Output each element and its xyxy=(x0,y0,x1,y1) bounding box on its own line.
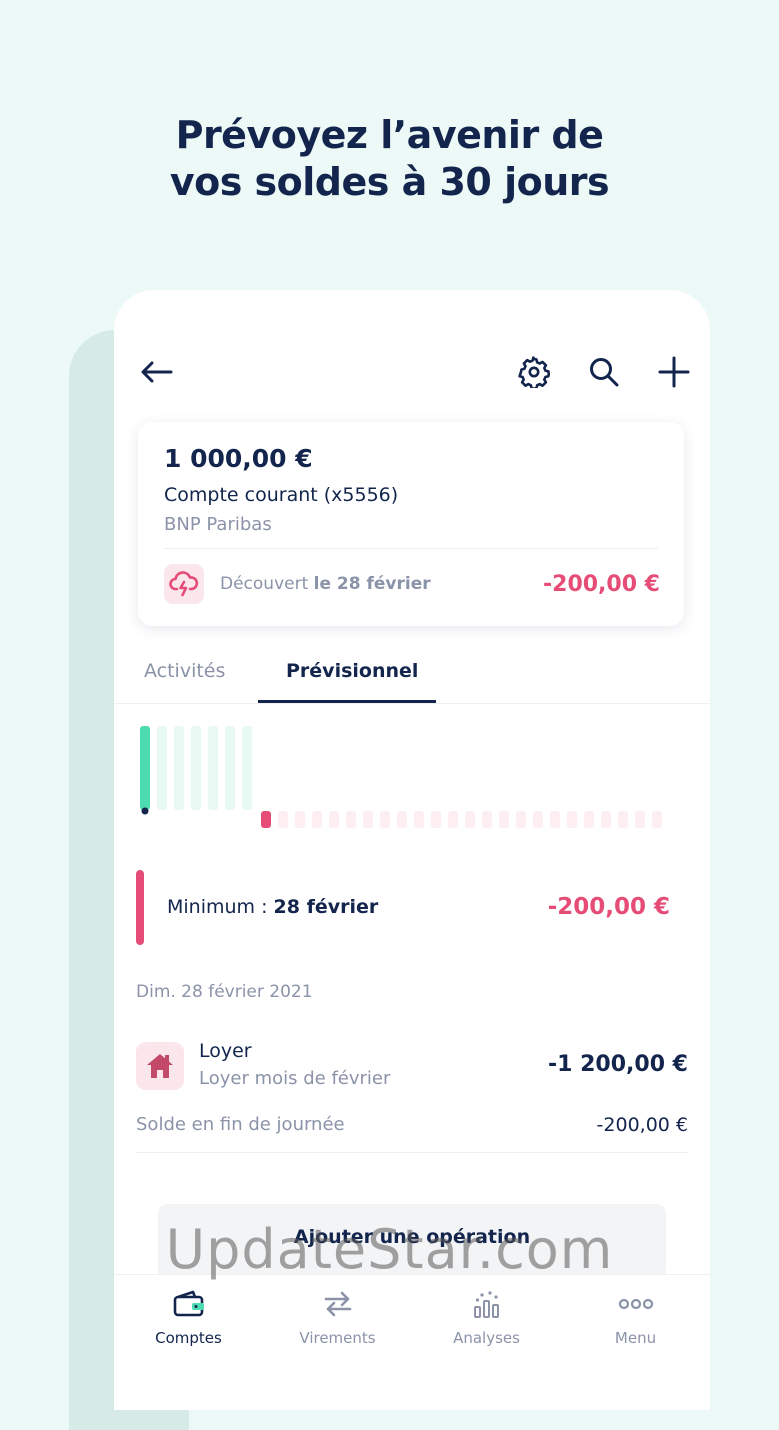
overdraft-date: le 28 février xyxy=(313,574,431,594)
house-icon xyxy=(147,1054,173,1078)
forecast-bar-negative xyxy=(652,811,662,828)
forecast-bar-negative xyxy=(499,811,509,828)
tab-previsionnel[interactable]: Prévisionnel xyxy=(286,660,418,682)
forecast-bar-negative xyxy=(295,811,305,828)
tab-activites[interactable]: Activités xyxy=(144,660,225,682)
forecast-bar-negative xyxy=(448,811,458,828)
forecast-bar-positive xyxy=(191,726,201,810)
overdraft-amount: -200,00 € xyxy=(543,572,660,597)
search-button[interactable] xyxy=(584,352,624,392)
forecast-bar-negative xyxy=(261,811,271,828)
forecast-bar-negative xyxy=(346,811,356,828)
tab-bar: Activités Prévisionnel xyxy=(114,650,710,704)
forecast-bar-negative xyxy=(533,811,543,828)
forecast-bar-negative xyxy=(584,811,594,828)
add-button[interactable] xyxy=(654,352,694,392)
transaction-category-badge xyxy=(136,1042,184,1090)
headline: Prévoyez l’avenir de vos soldes à 30 jou… xyxy=(0,112,779,206)
account-balance: 1 000,00 € xyxy=(164,444,313,473)
bottom-navigation: Comptes Virements Analyses Menu xyxy=(114,1274,710,1410)
forecast-bar-negative xyxy=(567,811,577,828)
forecast-bar-negative xyxy=(380,811,390,828)
forecast-bar-negative xyxy=(618,811,628,828)
nav-virements-icon-wrap xyxy=(318,1287,358,1321)
active-tab-indicator xyxy=(258,700,436,703)
forecast-bar-positive xyxy=(157,726,167,810)
forecast-chart[interactable] xyxy=(114,718,710,838)
nav-virements[interactable]: Virements xyxy=(263,1275,412,1355)
forecast-bar-negative xyxy=(414,811,424,828)
arrow-left-icon xyxy=(141,361,173,383)
transaction-amount: -1 200,00 € xyxy=(548,1052,688,1077)
more-dots-icon xyxy=(618,1298,654,1310)
watermark-text: UpdateStar.com xyxy=(165,1218,614,1281)
cloud-lightning-icon xyxy=(169,571,199,597)
forecast-bar-negative xyxy=(635,811,645,828)
forecast-bar-positive xyxy=(174,726,184,810)
day-header: Dim. 28 février 2021 xyxy=(136,982,313,1002)
forecast-bar-negative xyxy=(550,811,560,828)
account-bank: BNP Paribas xyxy=(164,514,272,535)
nav-analyses[interactable]: Analyses xyxy=(412,1275,561,1355)
wallet-icon xyxy=(173,1290,204,1317)
plus-icon xyxy=(658,356,690,388)
nav-comptes-icon-wrap xyxy=(169,1287,209,1321)
forecast-bar-negative xyxy=(363,811,373,828)
nav-menu[interactable]: Menu xyxy=(561,1275,710,1355)
overdraft-prefix: Découvert xyxy=(220,574,309,594)
forecast-bar-negative xyxy=(397,811,407,828)
transfer-arrows-icon xyxy=(324,1291,352,1317)
overdraft-alert-badge xyxy=(164,564,204,604)
nav-virements-label: Virements xyxy=(299,1329,376,1347)
transaction-row[interactable]: Loyer Loyer mois de février -1 200,00 € xyxy=(136,1036,688,1096)
transaction-subtitle: Loyer mois de février xyxy=(199,1068,391,1089)
minimum-amount: -200,00 € xyxy=(547,894,670,920)
nav-analyses-icon-wrap xyxy=(467,1287,507,1321)
headline-line-1: Prévoyez l’avenir de xyxy=(175,113,604,157)
card-divider xyxy=(164,548,658,549)
minimum-prefix: Minimum : xyxy=(167,896,268,918)
forecast-bar-negative xyxy=(465,811,475,828)
forecast-bar-negative xyxy=(278,811,288,828)
forecast-bar-negative xyxy=(329,811,339,828)
minimum-indicator-bar xyxy=(136,870,144,945)
section-divider xyxy=(136,1152,688,1153)
forecast-today-marker xyxy=(141,807,149,815)
headline-line-2: vos soldes à 30 jours xyxy=(169,160,610,204)
overdraft-alert-text: Découvert le 28 février xyxy=(220,574,431,594)
search-icon xyxy=(590,358,619,387)
nav-menu-label: Menu xyxy=(614,1329,657,1347)
back-button[interactable] xyxy=(136,352,176,392)
forecast-bar-positive xyxy=(140,726,150,810)
forecast-bar-negative xyxy=(601,811,611,828)
gear-icon xyxy=(518,356,550,388)
end-of-day-amount: -200,00 € xyxy=(596,1114,688,1136)
minimum-balance-row: Minimum : 28 février -200,00 € xyxy=(136,870,686,945)
forecast-bar-positive xyxy=(208,726,218,810)
nav-comptes-label: Comptes xyxy=(155,1329,222,1347)
forecast-bar-positive xyxy=(242,726,252,810)
minimum-date: 28 février xyxy=(273,896,379,918)
settings-button[interactable] xyxy=(514,352,554,392)
nav-analyses-label: Analyses xyxy=(453,1329,520,1347)
analytics-icon xyxy=(474,1291,499,1318)
transaction-title: Loyer xyxy=(199,1040,252,1062)
end-of-day-label: Solde en fin de journée xyxy=(136,1114,345,1135)
forecast-bar-negative xyxy=(312,811,322,828)
minimum-label: Minimum : 28 février xyxy=(167,896,378,918)
nav-menu-icon-wrap xyxy=(616,1287,656,1321)
account-card[interactable]: 1 000,00 € Compte courant (x5556) BNP Pa… xyxy=(138,422,684,626)
forecast-bar-negative xyxy=(516,811,526,828)
account-name: Compte courant (x5556) xyxy=(164,484,399,506)
forecast-bar-negative xyxy=(431,811,441,828)
forecast-bar-negative xyxy=(482,811,492,828)
nav-comptes[interactable]: Comptes xyxy=(114,1275,263,1355)
forecast-bar-positive xyxy=(225,726,235,810)
